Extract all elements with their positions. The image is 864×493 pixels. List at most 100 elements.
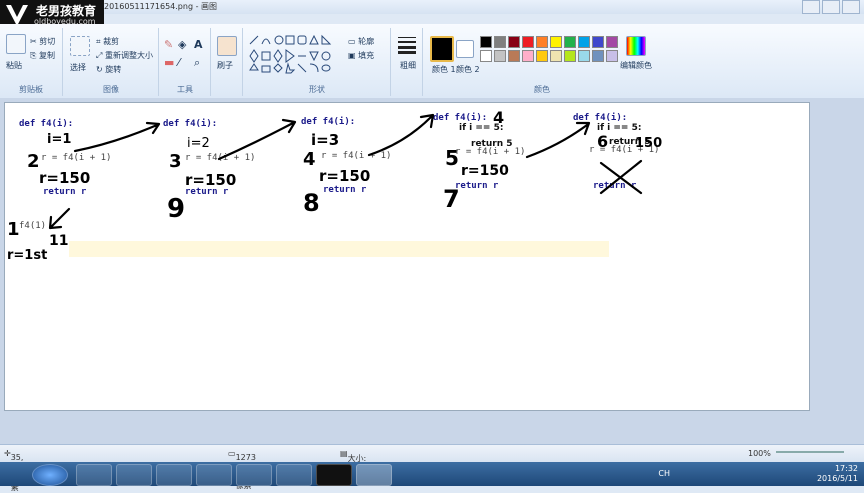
palette-swatch[interactable] <box>494 50 506 62</box>
hw-6: 6 <box>597 132 608 151</box>
fill-icon[interactable]: ◈ <box>178 38 186 51</box>
palette-swatch[interactable] <box>564 50 576 62</box>
brushes-button[interactable]: 刷子 <box>217 60 233 71</box>
chrome-icon[interactable] <box>116 464 152 486</box>
palette-swatch[interactable] <box>494 36 506 48</box>
size-button[interactable]: 粗细 <box>400 60 416 71</box>
hw-4: 4 <box>303 149 316 170</box>
people-app-icon[interactable] <box>276 464 312 486</box>
copy-label: 复制 <box>38 51 55 60</box>
select-icon[interactable] <box>70 36 90 56</box>
size-group: 粗细 <box>392 28 423 96</box>
zoom-slider[interactable] <box>776 451 844 453</box>
arrow-4 <box>525 121 591 159</box>
palette-swatch[interactable] <box>592 50 604 62</box>
color2-swatch[interactable] <box>456 40 474 58</box>
colors-label: 颜色 <box>534 85 550 94</box>
copy-button[interactable]: ⎘ 复制 <box>30 50 55 61</box>
brushes-group: 刷子 <box>212 28 243 96</box>
palette-swatch[interactable] <box>606 50 618 62</box>
edit-colors-button[interactable]: 编辑颜色 <box>620 60 652 71</box>
window-title: 20160511171654.png - 画图 <box>104 2 217 11</box>
image-label: 图像 <box>103 85 119 94</box>
hw-i3: i=3 <box>311 131 339 149</box>
size-lines-icon[interactable] <box>398 36 416 54</box>
resize-label: 重新调整大小 <box>104 51 153 60</box>
palette-swatch[interactable] <box>508 36 520 48</box>
shapes-gallery-icon[interactable] <box>248 34 340 74</box>
crop-label: 裁剪 <box>103 37 120 46</box>
palette-swatch[interactable] <box>578 50 590 62</box>
paste-icon[interactable] <box>6 34 26 54</box>
drawing-canvas[interactable]: def f4(i): r = f4(i + 1) return r f4(1) … <box>4 102 810 411</box>
palette-swatch[interactable] <box>480 36 492 48</box>
fill-button[interactable]: ▣ 填充 <box>348 50 374 61</box>
magnifier-icon[interactable]: ⌕ <box>194 56 200 70</box>
palette-swatch[interactable] <box>522 36 534 48</box>
tools-group: ✎ ◈ A ▬ ⁄ ⌕ 工具 <box>160 28 211 96</box>
hw-2: 2 <box>27 151 40 172</box>
colors-group: 颜色 1 颜色 2 编辑颜色 颜色 <box>424 28 660 96</box>
arrow-1 <box>73 121 161 153</box>
tray-time: 17:32 <box>834 464 858 473</box>
canvas-area: def f4(i): r = f4(i + 1) return r f4(1) … <box>0 98 864 444</box>
clipboard-label: 剪贴板 <box>19 85 43 94</box>
close-button[interactable] <box>842 0 860 14</box>
hw-r150-4: r=150 <box>461 163 509 179</box>
palette-swatch[interactable] <box>550 36 562 48</box>
brush-icon[interactable] <box>217 36 237 56</box>
text-icon[interactable]: A <box>194 38 203 51</box>
rotate-label: 旋转 <box>105 65 122 74</box>
arrow-3 <box>367 113 435 157</box>
palette-swatch[interactable] <box>606 36 618 48</box>
color1-label[interactable]: 颜色 1 <box>432 64 456 75</box>
terminal-icon[interactable] <box>316 464 352 486</box>
edit-colors-icon[interactable] <box>626 36 646 56</box>
resize-button[interactable]: ⤢ 重新调整大小 <box>96 50 153 61</box>
color-picker-icon[interactable]: ⁄ <box>178 56 180 69</box>
cut-button[interactable]: ✂ 剪切 <box>30 36 55 47</box>
palette-swatch[interactable] <box>522 50 534 62</box>
start-button[interactable] <box>32 464 68 486</box>
palette-swatch[interactable] <box>480 50 492 62</box>
minimize-button[interactable] <box>802 0 820 14</box>
hw-5: 5 <box>445 146 459 170</box>
color2-label[interactable]: 颜色 2 <box>456 64 480 75</box>
paste-button[interactable]: 粘贴 <box>6 60 22 71</box>
palette-swatch[interactable] <box>536 50 548 62</box>
file-size: ▤ 大小: 5.8KB <box>340 449 371 473</box>
eraser-icon[interactable]: ▬ <box>164 56 174 69</box>
cross-x <box>599 159 643 195</box>
maximize-button[interactable] <box>822 0 840 14</box>
palette-swatch[interactable] <box>536 36 548 48</box>
select-button[interactable]: 选择 <box>70 62 86 73</box>
hw-3: 3 <box>169 151 182 172</box>
chart-app-icon[interactable] <box>196 464 232 486</box>
shapes-group: ▭ 轮廓 ▣ 填充 形状 <box>244 28 391 96</box>
cursor-position: ✛ 35, 149像素 <box>4 449 26 492</box>
rotate-button[interactable]: ↻ 旋转 <box>96 64 121 75</box>
ribbon: 粘贴 ✂ 剪切 ⎘ 复制 剪贴板 选择 ⌗ 裁剪 ⤢ 重新调整大小 ↻ 旋转 图… <box>0 24 864 99</box>
pycharm-icon[interactable] <box>236 464 272 486</box>
hw-7: 7 <box>443 185 460 213</box>
crop-button[interactable]: ⌗ 裁剪 <box>96 36 119 47</box>
palette-swatch[interactable] <box>592 36 604 48</box>
file-manager-icon[interactable] <box>156 464 192 486</box>
title-bar: 20160511171654.png - 画图 <box>0 0 864 14</box>
palette-swatch[interactable] <box>578 36 590 48</box>
hw-r150-1: r=150 <box>39 169 90 187</box>
pencil-icon[interactable]: ✎ <box>164 38 173 51</box>
tray-lang[interactable]: CH <box>658 469 670 478</box>
hw-r150-2: r=150 <box>185 171 236 189</box>
system-tray: 17:32 2016/5/11 <box>817 464 858 484</box>
ie-icon[interactable] <box>76 464 112 486</box>
palette-swatch[interactable] <box>508 50 520 62</box>
outline-button[interactable]: ▭ 轮廓 <box>348 36 374 47</box>
palette-swatch[interactable] <box>550 50 562 62</box>
image-group: 选择 ⌗ 裁剪 ⤢ 重新调整大小 ↻ 旋转 图像 <box>64 28 159 96</box>
paint-icon[interactable] <box>356 464 392 486</box>
hw-r1st: r=1st <box>7 248 47 263</box>
color1-swatch[interactable] <box>430 36 454 62</box>
palette-swatch[interactable] <box>564 36 576 48</box>
hw-150: 150 <box>635 136 662 151</box>
